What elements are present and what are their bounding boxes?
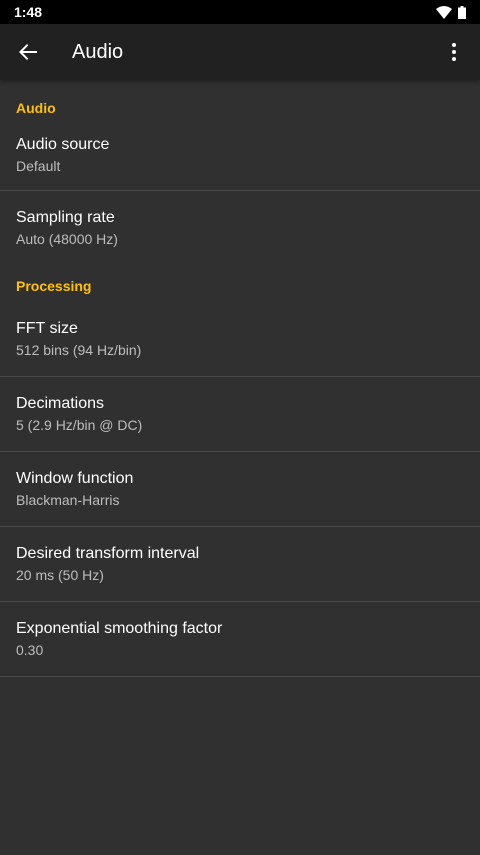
pref-smoothing-factor[interactable]: Exponential smoothing factor 0.30: [0, 602, 480, 676]
pref-summary: Blackman-Harris: [16, 491, 120, 508]
pref-fft-size[interactable]: FFT size 512 bins (94 Hz/bin): [0, 302, 480, 376]
pref-decimations[interactable]: Decimations 5 (2.9 Hz/bin @ DC): [0, 377, 480, 451]
pref-summary: 0.30: [16, 641, 44, 658]
pref-title: Decimations: [16, 394, 105, 412]
status-time: 1:48: [14, 4, 43, 20]
status-icons: [436, 5, 466, 19]
arrow-back-icon: [19, 44, 37, 60]
pref-transform-interval[interactable]: Desired transform interval 20 ms (50 Hz): [0, 527, 480, 601]
pref-summary: 20 ms (50 Hz): [16, 566, 104, 583]
section-header-audio: Audio: [16, 100, 56, 116]
page-title: Audio: [72, 40, 124, 63]
pref-title: FFT size: [16, 319, 78, 337]
overflow-menu-button[interactable]: [434, 24, 474, 80]
back-button[interactable]: [0, 24, 56, 80]
pref-sampling-rate[interactable]: Sampling rate Auto (48000 Hz): [0, 191, 480, 266]
more-vert-icon: [452, 43, 456, 61]
wifi-icon: [436, 5, 452, 19]
pref-summary: 5 (2.9 Hz/bin @ DC): [16, 416, 143, 433]
app-bar: Audio: [0, 24, 480, 80]
pref-summary: 512 bins (94 Hz/bin): [16, 341, 142, 358]
pref-title: Sampling rate: [16, 209, 115, 226]
pref-window-function[interactable]: Window function Blackman-Harris: [0, 452, 480, 526]
pref-title: Audio source: [16, 135, 110, 153]
section-header-processing: Processing: [16, 278, 92, 294]
pref-title: Exponential smoothing factor: [16, 619, 223, 637]
pref-summary: Default: [16, 157, 61, 174]
pref-title: Desired transform interval: [16, 544, 200, 562]
pref-audio-source[interactable]: Audio source Default: [0, 120, 480, 190]
status-bar: 1:48: [0, 0, 480, 24]
pref-title: Window function: [16, 469, 134, 487]
divider: [0, 676, 480, 677]
pref-summary: Auto (48000 Hz): [16, 231, 118, 247]
preferences-list: Audio Audio source Default Sampling rate…: [0, 80, 480, 677]
battery-icon: [458, 5, 466, 19]
